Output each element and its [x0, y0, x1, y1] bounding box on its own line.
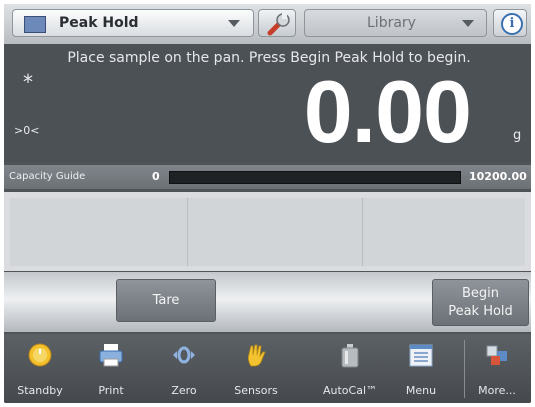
weight-display: Place sample on the pan. Press Begin Pea…	[4, 44, 531, 162]
nav-standby[interactable]: Standby	[11, 334, 69, 403]
tare-button[interactable]: Tare	[116, 279, 216, 322]
data-field-2	[188, 198, 363, 266]
tare-label: Tare	[152, 293, 180, 308]
nav-menu-label: Menu	[405, 384, 437, 397]
nav-more-label: More...	[478, 384, 516, 397]
unit-label: g	[513, 128, 522, 143]
capacity-min: 0	[152, 170, 160, 183]
capacity-guide-label: Capacity Guide	[9, 171, 86, 182]
nav-zero[interactable]: Zero	[155, 334, 213, 403]
data-field-3	[363, 198, 525, 266]
nav-print[interactable]: Print	[82, 334, 140, 403]
nav-menu[interactable]: Menu	[392, 334, 450, 403]
chevron-down-icon	[462, 20, 474, 27]
bottom-nav: Standby Print Zero Sensors AutoCal™ Menu…	[4, 334, 531, 403]
nav-separator	[464, 340, 465, 398]
application-dropdown[interactable]: Peak Hold	[12, 9, 254, 37]
info-icon: i	[501, 13, 523, 35]
chevron-down-icon	[228, 20, 240, 27]
begin-label-line1: Begin	[461, 286, 500, 301]
more-icon	[486, 345, 507, 365]
begin-label-line2: Peak Hold	[448, 304, 513, 319]
data-fields-area	[4, 192, 531, 271]
zero-icon	[173, 346, 195, 364]
nav-autocal-label: AutoCal™	[322, 384, 378, 397]
info-button[interactable]: i	[493, 9, 527, 37]
application-name: Peak Hold	[59, 15, 139, 31]
standby-icon	[28, 343, 52, 367]
menu-icon	[409, 344, 433, 367]
nav-sensors[interactable]: Sensors	[227, 334, 285, 403]
weight-readout: 0.00	[303, 62, 472, 161]
capacity-max: 10200.00	[469, 170, 527, 183]
capacity-bar	[169, 171, 461, 184]
library-label: Library	[367, 15, 416, 31]
nav-standby-label: Standby	[17, 384, 63, 397]
top-bar: Peak Hold Library i	[4, 4, 531, 44]
hand-sensor-icon	[247, 344, 266, 367]
nav-sensors-label: Sensors	[234, 384, 278, 397]
nav-zero-label: Zero	[171, 384, 197, 397]
wrench-icon	[267, 13, 290, 36]
center-of-zero-indicator: >0<	[14, 124, 40, 137]
settings-wrench-button[interactable]	[258, 9, 296, 37]
nav-more[interactable]: More...	[468, 334, 526, 403]
application-icon	[24, 16, 46, 33]
balance-screen: Peak Hold Library i Place sample on the …	[4, 4, 531, 403]
begin-peak-hold-button[interactable]: Begin Peak Hold	[432, 279, 529, 326]
data-field-1	[10, 198, 188, 266]
library-dropdown[interactable]: Library	[304, 9, 487, 37]
nav-print-label: Print	[98, 384, 124, 397]
calibration-weight-icon	[341, 344, 359, 368]
printer-icon	[99, 344, 123, 367]
capacity-guide: Capacity Guide 0 10200.00	[4, 165, 531, 189]
nav-autocal[interactable]: AutoCal™	[315, 334, 385, 403]
action-bar: Tare Begin Peak Hold	[4, 272, 531, 332]
stability-indicator: *	[23, 70, 33, 94]
